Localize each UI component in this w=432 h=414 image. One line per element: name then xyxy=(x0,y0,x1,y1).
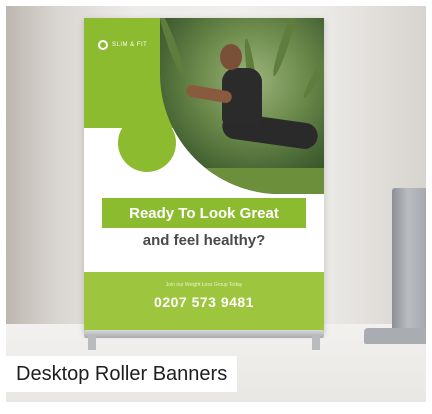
laptop-base xyxy=(364,328,426,344)
banner-logo: SLIM & FIT xyxy=(98,40,147,50)
product-image-card: SLIM & FIT Ready To Look Great and feel … xyxy=(0,0,432,414)
banner-stand-base xyxy=(84,330,324,338)
decorative-circle xyxy=(118,114,176,172)
banner-subline: and feel healthy? xyxy=(142,232,266,249)
banner-stand-foot-left xyxy=(88,336,96,350)
logo-text: SLIM & FIT xyxy=(112,42,148,48)
banner-small-text: Join our Weight Loss Group Today xyxy=(165,282,243,288)
banner-phone: 0207 573 9481 xyxy=(154,294,254,310)
banner-stand-foot-right xyxy=(312,336,320,350)
product-caption: Desktop Roller Banners xyxy=(6,356,238,392)
logo-icon xyxy=(98,40,108,50)
yoga-mat xyxy=(160,168,324,194)
person-head xyxy=(220,44,242,70)
roller-banner: SLIM & FIT Ready To Look Great and feel … xyxy=(84,18,324,332)
headline-box: Ready To Look Great xyxy=(102,198,306,228)
laptop-screen xyxy=(392,188,426,344)
banner-headline: Ready To Look Great xyxy=(129,204,279,222)
banner-yoga-photo xyxy=(160,18,324,194)
